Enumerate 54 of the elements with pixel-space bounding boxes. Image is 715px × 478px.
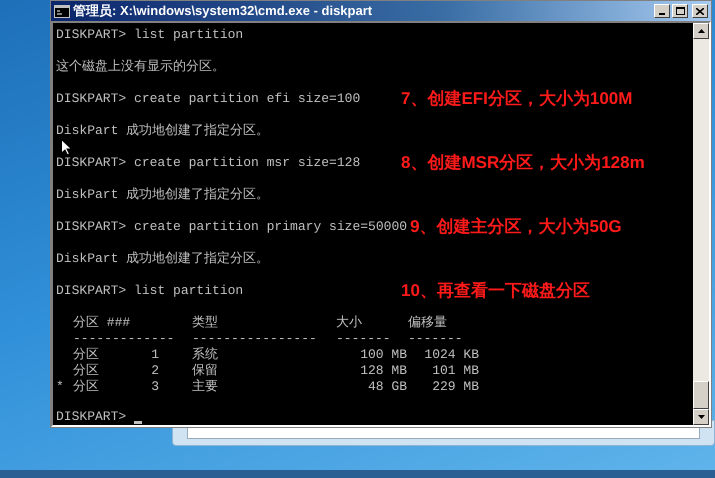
minimize-icon (659, 13, 665, 15)
table-cell: 2 (151, 363, 159, 378)
table-cell: 系统 (192, 347, 218, 362)
up-arrow-icon (698, 29, 704, 33)
mouse-pointer-icon (61, 139, 72, 156)
maximize-icon (676, 7, 684, 15)
scroll-thumb[interactable] (693, 381, 709, 409)
table-cell: 100 MB (360, 347, 407, 362)
table-header: 大小 (336, 315, 362, 330)
maximize-button[interactable] (672, 4, 688, 18)
header-rule: ------------- (73, 331, 174, 346)
text-cursor (134, 420, 142, 424)
table-cell: 1024 KB (424, 347, 479, 362)
console-line: DISKPART> list partition (56, 27, 244, 43)
minimize-button[interactable] (654, 4, 670, 18)
header-rule: ------- (336, 331, 391, 346)
current-marker: * (56, 379, 64, 394)
table-header: 类型 (192, 315, 218, 330)
header-rule: ------- (408, 331, 463, 346)
header-rule: ---------------- (192, 331, 317, 346)
console-line: DISKPART> list partition (56, 283, 244, 299)
table-cell: 229 MB (432, 379, 479, 394)
close-icon (696, 8, 704, 14)
table-cell: 主要 (192, 379, 218, 394)
console-line: DiskPart 成功地创建了指定分区。 (56, 251, 270, 267)
table-cell: 128 MB (360, 363, 407, 378)
table-cell: 保留 (192, 363, 218, 378)
console-line: DiskPart 成功地创建了指定分区。 (56, 123, 270, 139)
annotation-note: 8、创建MSR分区，大小为128m (401, 155, 645, 171)
scroll-down-button[interactable] (693, 409, 709, 425)
console-line: DISKPART> create partition efi size=100 (56, 91, 362, 107)
table-cell: 分区 (73, 347, 99, 362)
annotation-note: 9、创建主分区，大小为50G (410, 219, 622, 235)
down-arrow-icon (698, 415, 704, 419)
table-cell: 分区 (73, 363, 99, 378)
console-line: DISKPART> create partition primary size=50000 (56, 219, 408, 235)
scrollbar[interactable] (693, 23, 709, 425)
annotation-note: 7、创建EFI分区，大小为100M (401, 91, 632, 107)
table-cell: 1 (151, 347, 159, 362)
annotation-note: 10、再查看一下磁盘分区 (401, 283, 590, 299)
scroll-up-button[interactable] (693, 23, 709, 39)
console-line: 这个磁盘上没有显示的分区。 (56, 59, 226, 75)
table-cell: 3 (151, 379, 159, 394)
console-icon (54, 4, 70, 18)
console-line: DISKPART> create partition msr size=128 (56, 155, 362, 171)
table-header: 分区 ### (73, 315, 130, 330)
close-button[interactable] (692, 4, 708, 18)
table-cell: 48 GB (368, 379, 407, 394)
window-title: 管理员: X:\windows\system32\cmd.exe - diskpart (73, 2, 372, 20)
table-cell: 分区 (73, 379, 99, 394)
table-header: 偏移量 (408, 315, 447, 330)
console-line: DiskPart 成功地创建了指定分区。 (56, 187, 270, 203)
command-prompt: DISKPART> (56, 409, 126, 425)
table-cell: 101 MB (432, 363, 479, 378)
